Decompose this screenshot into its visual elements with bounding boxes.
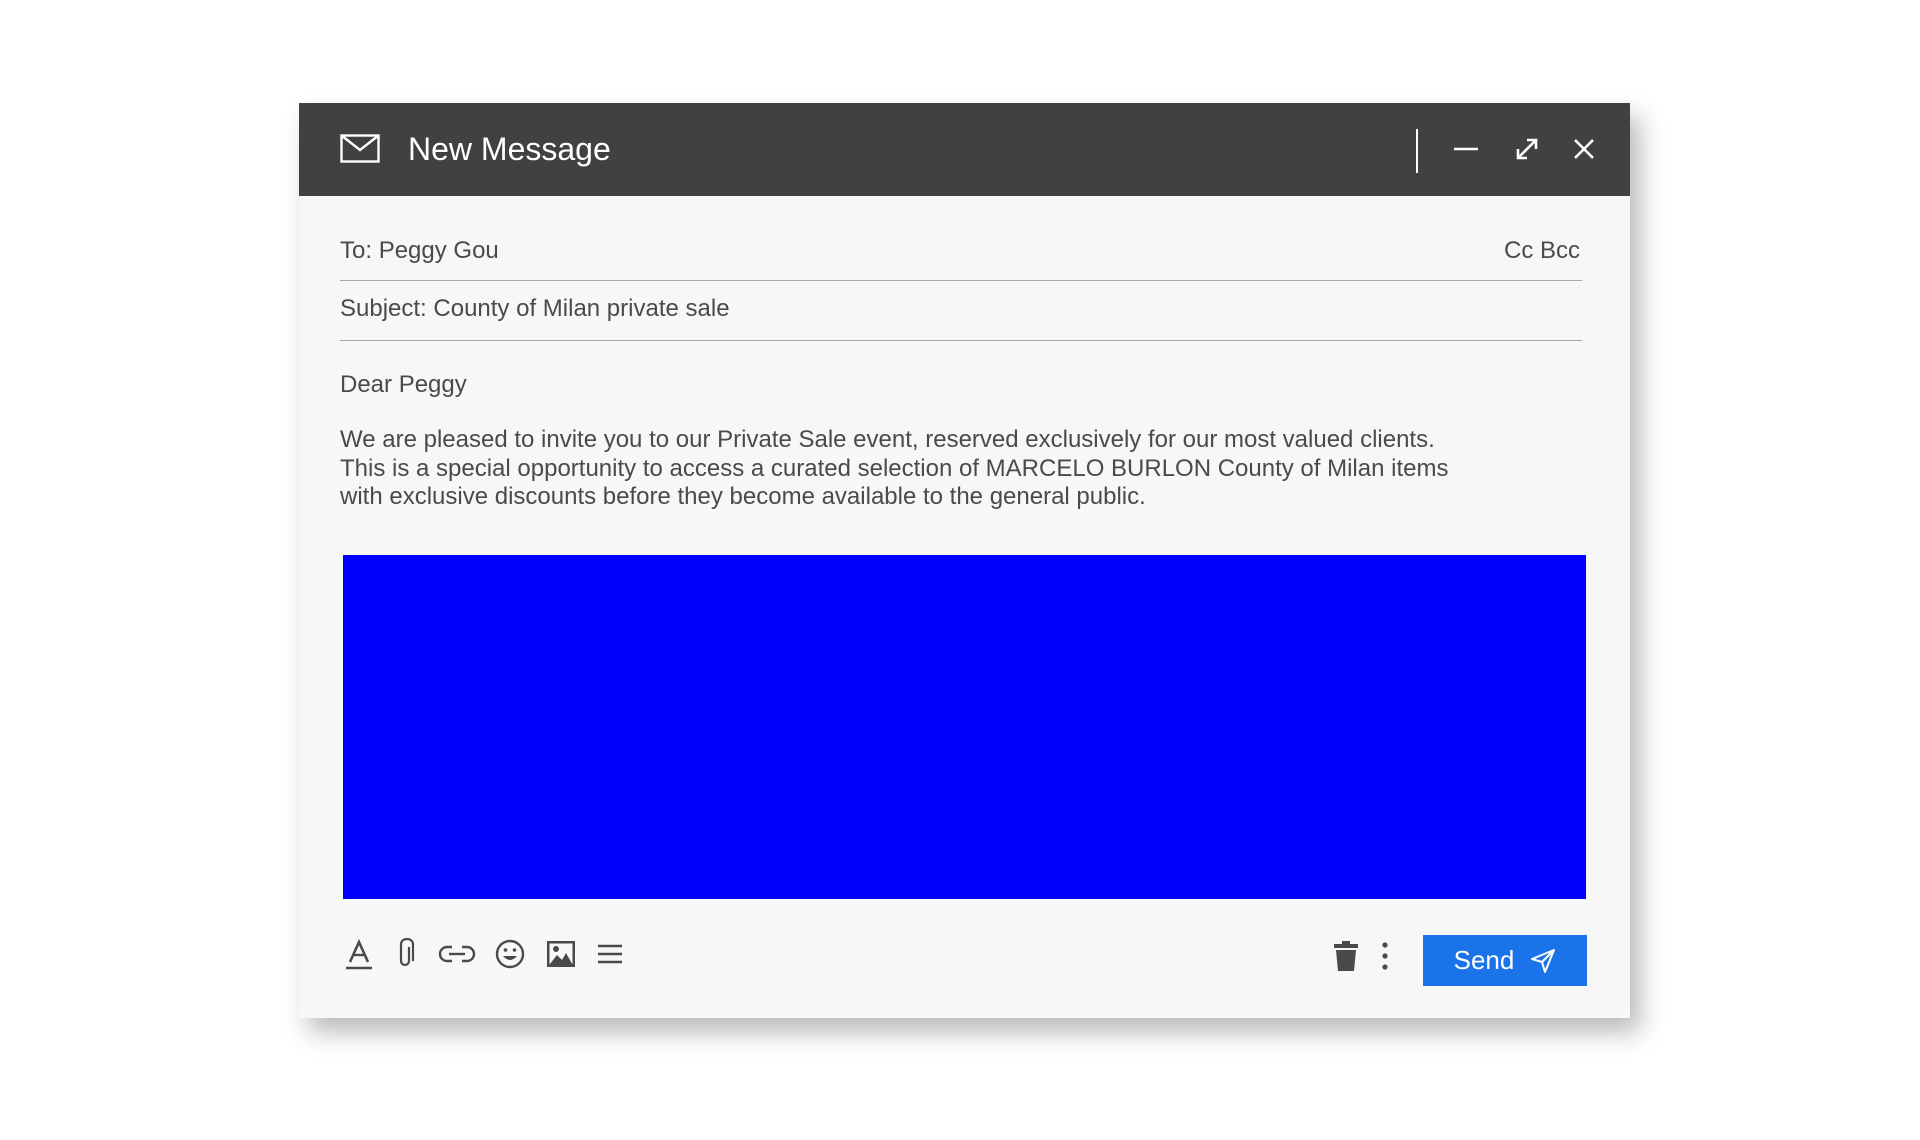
cc-bcc-link[interactable]: Cc Bcc	[1504, 236, 1580, 266]
to-value[interactable]: Peggy Gou	[379, 237, 499, 264]
to-label: To:	[340, 237, 373, 264]
maximize-icon[interactable]	[1509, 131, 1545, 167]
message-greeting[interactable]: Dear Peggy	[340, 370, 467, 400]
window-title: New Message	[408, 131, 611, 167]
to-field[interactable]: To: Peggy Gou Cc Bcc	[340, 236, 1582, 281]
list-icon[interactable]	[593, 937, 627, 971]
mail-icon	[340, 134, 380, 163]
more-options-icon[interactable]	[1375, 939, 1395, 973]
close-icon[interactable]	[1566, 131, 1602, 167]
trash-icon[interactable]	[1329, 939, 1363, 973]
title-bar: New Message	[299, 103, 1630, 196]
send-icon	[1530, 948, 1556, 974]
subject-value[interactable]: County of Milan private sale	[433, 295, 729, 322]
subject-field[interactable]: Subject: County of Milan private sale	[340, 294, 1582, 341]
image-icon[interactable]	[544, 937, 578, 971]
title-bar-divider	[1416, 129, 1418, 173]
attachment-icon[interactable]	[389, 937, 423, 971]
compose-window: New Message To: Peggy Gou Cc Bcc Subject…	[299, 103, 1630, 1018]
send-button[interactable]: Send	[1423, 935, 1587, 986]
emoji-icon[interactable]	[493, 937, 527, 971]
banner-image	[343, 555, 1586, 899]
send-button-label: Send	[1453, 945, 1515, 975]
text-format-icon[interactable]	[342, 937, 376, 971]
subject-label: Subject:	[340, 295, 427, 322]
minimize-icon[interactable]	[1448, 131, 1484, 167]
link-icon[interactable]	[437, 937, 477, 971]
message-body[interactable]: We are pleased to invite you to our Priv…	[340, 426, 1480, 512]
